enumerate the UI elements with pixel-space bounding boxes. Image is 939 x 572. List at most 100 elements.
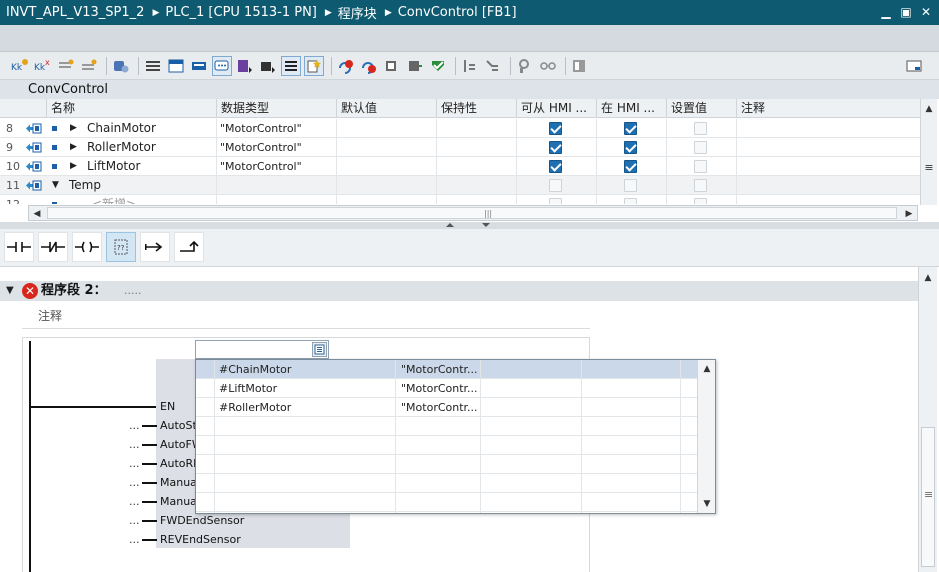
add-new-placeholder[interactable]: <新增> — [92, 195, 136, 204]
favorites-list-icon[interactable] — [281, 55, 301, 76]
network-title-text[interactable]: ..... — [124, 282, 141, 300]
expand-arrow-icon[interactable]: ▶ — [70, 157, 77, 176]
setpoint-checkbox[interactable] — [694, 122, 707, 135]
pin-operand-placeholder[interactable]: ... — [129, 438, 140, 451]
breadcrumb-program-blocks[interactable]: 程序块 — [338, 3, 377, 22]
interface-row[interactable]: 8 ▶ ChainMotor "MotorControl" — [0, 119, 920, 138]
block-snapshot-icon[interactable] — [570, 56, 590, 76]
coil-icon[interactable] — [72, 232, 102, 262]
list-view-icon[interactable] — [143, 56, 163, 76]
scroll-down-icon[interactable]: ▼ — [699, 496, 715, 512]
dropdown-scrollbar[interactable]: ▲ ▼ — [697, 360, 715, 513]
close-icon[interactable]: ✕ — [917, 3, 935, 21]
var-type[interactable]: "MotorControl" — [220, 119, 302, 138]
pin-operand-placeholder[interactable]: ... — [129, 476, 140, 489]
hmi-access-checkbox[interactable] — [549, 141, 562, 154]
interface-row-new[interactable]: 12 <新增> — [0, 195, 920, 204]
col-comment[interactable]: 注释 — [736, 99, 920, 118]
update-calls-icon[interactable] — [382, 56, 402, 76]
download-check-icon[interactable] — [428, 56, 448, 76]
collapse-networks-icon[interactable] — [189, 56, 209, 76]
monitor-icon[interactable] — [515, 56, 535, 76]
insert-row-icon[interactable] — [56, 56, 76, 76]
col-setpoint[interactable]: 设置值 — [666, 99, 736, 118]
collapse-network-icon[interactable]: ▼ — [6, 285, 14, 296]
nc-contact-icon[interactable] — [38, 232, 68, 262]
block-call-icon[interactable] — [111, 56, 131, 76]
var-type[interactable]: "MotorControl" — [220, 157, 302, 176]
instance-operand-input[interactable] — [195, 340, 329, 359]
add-row-icon[interactable] — [79, 56, 99, 76]
network-comment[interactable]: 注释 — [22, 305, 590, 329]
hmi-access-checkbox[interactable] — [549, 160, 562, 173]
network-title[interactable]: 程序段 2： — [41, 282, 107, 300]
hmi-access-checkbox[interactable] — [549, 179, 562, 192]
next-error-icon[interactable] — [359, 56, 379, 76]
section-name[interactable]: Temp — [69, 176, 101, 195]
setpoint-checkbox[interactable] — [694, 179, 707, 192]
pin-operand-placeholder[interactable]: ... — [129, 495, 140, 508]
scroll-up-icon[interactable]: ▲ — [920, 270, 936, 286]
var-type[interactable]: "MotorControl" — [220, 138, 302, 157]
hmi-visible-checkbox[interactable] — [624, 122, 637, 135]
scroll-up-icon[interactable]: ▲ — [699, 361, 715, 377]
col-hmi-access[interactable]: 可从 HMI ... — [516, 99, 596, 118]
splitter-arrows-icon[interactable] — [440, 222, 496, 229]
breadcrumb-block[interactable]: ConvControl [FB1] — [398, 5, 517, 20]
network-header[interactable]: ▼ ✕ 程序段 2： ..... — [0, 281, 920, 301]
pin-operand-placeholder[interactable]: ... — [129, 514, 140, 527]
expand-arrow-icon[interactable]: ▶ — [70, 119, 77, 138]
compare-icon[interactable] — [405, 56, 425, 76]
var-name[interactable]: LiftMotor — [87, 157, 140, 176]
expand-arrow-icon[interactable]: ▶ — [70, 138, 77, 157]
absolute-operand-icon[interactable] — [235, 56, 255, 76]
close-branch-toolbar-icon[interactable] — [483, 56, 503, 76]
dropdown-item[interactable]: #ChainMotor "MotorContr... — [196, 360, 698, 379]
scroll-thumb[interactable]: ≡ — [921, 427, 935, 567]
collapse-arrow-icon[interactable]: ▼ — [52, 176, 59, 195]
scroll-thumb[interactable]: ||| — [47, 207, 897, 219]
var-name[interactable]: RollerMotor — [87, 138, 156, 157]
breadcrumb-plc[interactable]: PLC_1 [CPU 1513-1 PN] — [165, 5, 317, 20]
comments-icon[interactable] — [212, 55, 232, 76]
var-name[interactable]: ChainMotor — [87, 119, 156, 138]
interface-horizontal-scrollbar[interactable]: ◀ ||| ▶ — [28, 205, 918, 221]
hmi-visible-checkbox[interactable] — [624, 179, 637, 192]
hmi-visible-checkbox[interactable] — [624, 160, 637, 173]
scroll-left-icon[interactable]: ◀ — [29, 206, 45, 222]
hmi-visible-checkbox[interactable] — [624, 141, 637, 154]
interface-vertical-scrollbar[interactable]: ▲ ≡ — [920, 99, 937, 205]
close-branch-icon[interactable] — [174, 232, 204, 262]
setpoint-checkbox[interactable] — [694, 198, 707, 204]
interface-row[interactable]: 10 ▶ LiftMotor "MotorControl" — [0, 157, 920, 176]
breadcrumb-project[interactable]: INVT_APL_V13_SP1_2 — [0, 5, 144, 20]
operand-list-icon[interactable] — [312, 342, 327, 357]
col-hmi-visible[interactable]: 在 HMI ... — [596, 99, 666, 118]
monitor-glasses-icon[interactable] — [538, 56, 558, 76]
go-to-error-icon[interactable] — [336, 56, 356, 76]
col-datatype[interactable]: 数据类型 — [216, 99, 336, 118]
dropdown-item[interactable]: #RollerMotor "MotorContr... — [196, 398, 698, 417]
hmi-access-checkbox[interactable] — [549, 122, 562, 135]
hmi-visible-checkbox[interactable] — [624, 198, 637, 204]
dropdown-item[interactable]: #LiftMotor "MotorContr... — [196, 379, 698, 398]
scroll-up-icon[interactable]: ▲ — [921, 101, 937, 117]
empty-box-icon[interactable]: ?? — [106, 232, 136, 262]
pane-splitter[interactable] — [0, 222, 939, 229]
pin-operand-placeholder[interactable]: ... — [129, 419, 140, 432]
network-vertical-scrollbar[interactable]: ▲ ≡ — [918, 267, 937, 572]
no-contact-icon[interactable] — [4, 232, 34, 262]
view-layout-icon[interactable] — [904, 56, 924, 76]
delete-network-icon[interactable]: Kk x — [33, 56, 53, 76]
setpoint-checkbox[interactable] — [694, 141, 707, 154]
scroll-grip-icon[interactable]: ≡ — [921, 159, 937, 175]
network-view-icon[interactable] — [166, 56, 186, 76]
insert-network-icon[interactable]: Kk — [10, 56, 30, 76]
setpoint-checkbox[interactable] — [694, 160, 707, 173]
tag-info-icon[interactable] — [258, 56, 278, 76]
open-branch-toolbar-icon[interactable] — [460, 56, 480, 76]
interface-row[interactable]: 9 ▶ RollerMotor "MotorControl" — [0, 138, 920, 157]
col-default[interactable]: 默认值 — [336, 99, 436, 118]
hmi-access-checkbox[interactable] — [549, 198, 562, 204]
col-name[interactable]: 名称 — [46, 99, 216, 118]
